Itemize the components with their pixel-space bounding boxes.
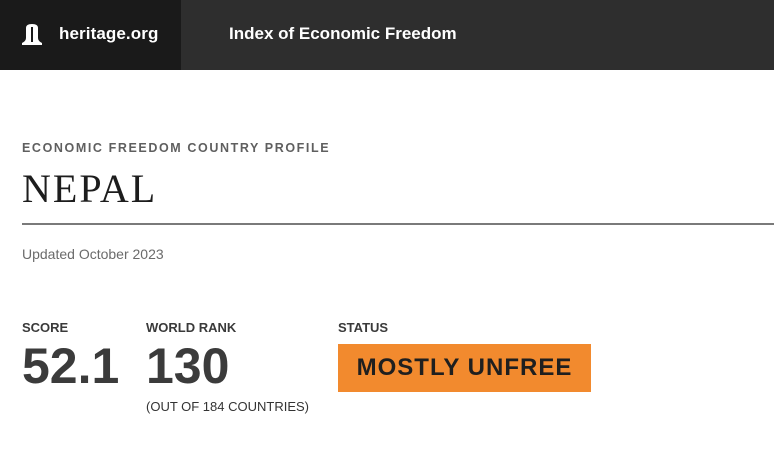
status-label: STATUS [338,320,389,335]
world-rank-label: WORLD RANK [146,320,237,335]
title-divider [22,223,774,225]
index-of-economic-freedom-link[interactable]: Index of Economic Freedom [229,24,457,44]
world-rank-note: (OUT OF 184 COUNTRIES) [146,399,310,414]
country-title: NEPAL [22,166,158,211]
score-value: 52.1 [22,338,120,394]
status-badge: MOSTLY UNFREE [338,344,591,392]
world-rank-value: 130 [146,338,230,394]
score-label: SCORE [22,320,69,335]
heritage-home-link[interactable]: heritage.org [0,0,181,70]
brand-name: heritage.org [59,24,159,43]
top-navigation-bar: heritage.org Index of Economic Freedom [0,0,774,70]
profile-eyebrow: ECONOMIC FREEDOM COUNTRY PROFILE [22,141,331,155]
updated-date: Updated October 2023 [22,246,164,262]
liberty-bell-icon [21,23,43,47]
